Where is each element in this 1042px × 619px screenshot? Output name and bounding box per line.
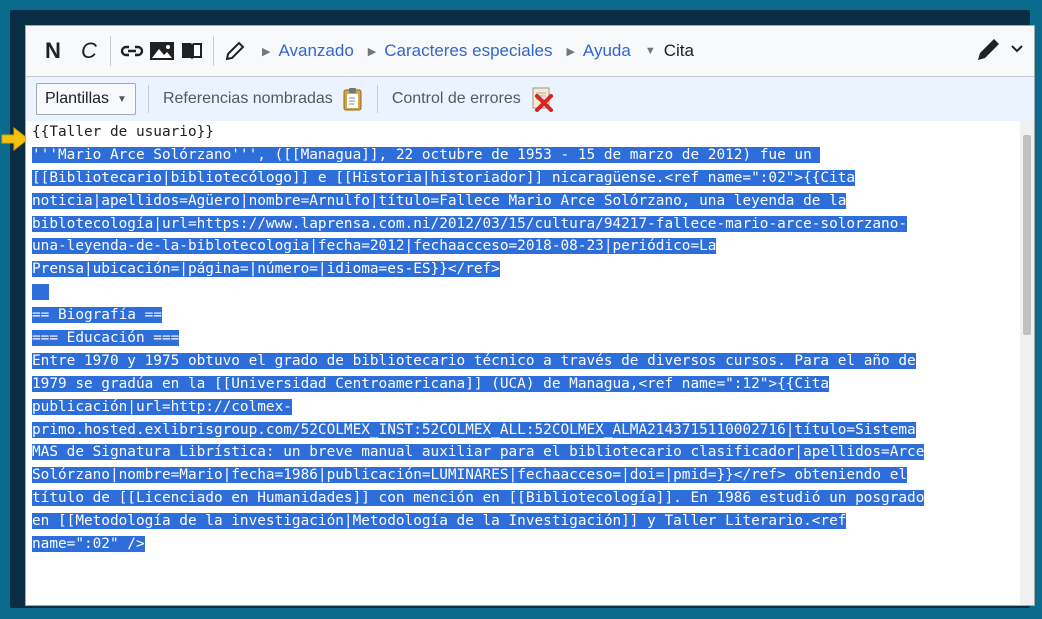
toolbar-divider bbox=[110, 36, 111, 66]
signature-button[interactable] bbox=[222, 34, 248, 68]
text-line: Solórzano|nombre=Mario|fecha=1986|public… bbox=[32, 464, 1034, 487]
text-line: publicación|url=http://colmex- bbox=[32, 396, 1034, 419]
text-line-content: MAS de Signatura Librística: un breve ma… bbox=[32, 444, 925, 461]
editor-switch-button[interactable] bbox=[974, 34, 1024, 64]
link-button[interactable] bbox=[119, 34, 145, 68]
chevron-down-icon bbox=[1011, 45, 1023, 53]
wikitext-textarea[interactable]: {{Taller de usuario}} '''Mario Arce Solór… bbox=[26, 121, 1034, 605]
menu-cite[interactable]: ▼ Cita bbox=[645, 41, 694, 61]
triangle-down-icon: ▼ bbox=[644, 45, 656, 57]
edit-pencil-icon bbox=[978, 39, 999, 60]
text-line-content: en [[Metodología de la investigación|Met… bbox=[32, 513, 847, 530]
bold-button[interactable]: N bbox=[40, 34, 66, 68]
link-icon bbox=[120, 45, 144, 57]
main-toolbar: N C ▶ Avanzado ▶ Caracteres especiales ▶… bbox=[26, 26, 1034, 77]
text-line: MAS de Signatura Librística: un breve ma… bbox=[32, 441, 1034, 464]
text-line: una-leyenda-de-la-biblotecologia|fecha=2… bbox=[32, 235, 1034, 258]
image-icon bbox=[150, 42, 174, 60]
templates-label: Plantillas bbox=[45, 90, 110, 107]
text-line-content: [[Bibliotecario|bibliotecólogo]] e [[His… bbox=[32, 169, 856, 186]
text-line-content: biblotecología|url=https://www.laprensa.… bbox=[32, 215, 908, 232]
text-line: === Educación === bbox=[32, 327, 1034, 350]
toolbar-divider bbox=[213, 36, 214, 66]
text-line: Entre 1970 y 1975 obtuvo el grado de bib… bbox=[32, 350, 1034, 373]
reference-button[interactable] bbox=[179, 34, 205, 68]
text-line-content: Entre 1970 y 1975 obtuvo el grado de bib… bbox=[32, 352, 916, 369]
text-line-content: Prensa|ubicación=|página=|número=|idioma… bbox=[32, 261, 500, 278]
text-line: noticia|apellidos=Agüero|nombre=Arnulfo|… bbox=[32, 190, 1034, 213]
menu-advanced[interactable]: ▶ Avanzado bbox=[262, 41, 354, 61]
caret-down-icon: ▼ bbox=[117, 93, 127, 105]
text-line: [[Bibliotecario|bibliotecólogo]] e [[His… bbox=[32, 167, 1034, 190]
book-icon bbox=[182, 43, 202, 60]
vertical-scrollbar[interactable] bbox=[1020, 121, 1034, 605]
triangle-right-icon: ▶ bbox=[262, 45, 271, 58]
text-line: primo.hosted.exlibrisgroup.com/52COLMEX_… bbox=[32, 419, 1034, 442]
clipboard-icon bbox=[343, 88, 362, 111]
text-line-content: {{Taller de usuario}} bbox=[32, 124, 214, 140]
image-button[interactable] bbox=[149, 34, 175, 68]
menu-special-characters-label: Caracteres especiales bbox=[384, 41, 553, 60]
triangle-right-icon: ▶ bbox=[566, 45, 575, 58]
wikitext-editor: N C ▶ Avanzado ▶ Caracteres especiales ▶… bbox=[25, 25, 1035, 606]
scrollbar-thumb[interactable] bbox=[1023, 135, 1031, 335]
error-check-label: Control de errores bbox=[391, 90, 521, 107]
text-line-content: título de [[Licenciado en Humanidades]] … bbox=[32, 490, 925, 507]
toolbar-divider bbox=[147, 85, 149, 113]
menu-help-label: Ayuda bbox=[582, 41, 631, 60]
toolbar-divider bbox=[376, 85, 378, 113]
named-references-button[interactable]: Referencias nombradas bbox=[163, 86, 365, 112]
error-check-button[interactable]: Control de errores bbox=[392, 86, 555, 112]
menu-help[interactable]: ▶ Ayuda bbox=[566, 41, 630, 61]
text-line: Prensa|ubicación=|página=|número=|idioma… bbox=[32, 258, 1034, 281]
text-line: == Biografía == bbox=[32, 304, 1034, 327]
secondary-toolbar: Plantillas ▼ Referencias nombradas Contr… bbox=[26, 77, 1034, 122]
text-line-content bbox=[32, 284, 50, 301]
text-line-content: name=":02" /> bbox=[32, 536, 145, 553]
text-line: '''Mario Arce Solórzano''', ([[Managua]]… bbox=[32, 144, 1034, 167]
text-line-content: 1979 se gradúa en la [[Universidad Centr… bbox=[32, 375, 830, 392]
menu-advanced-label: Avanzado bbox=[278, 41, 354, 60]
menu-cite-label: Cita bbox=[663, 41, 694, 60]
text-line-content: == Biografía == bbox=[32, 307, 162, 324]
text-line-content: noticia|apellidos=Agüero|nombre=Arnulfo|… bbox=[32, 192, 847, 209]
text-line-content: publicación|url=http://colmex- bbox=[32, 398, 292, 415]
text-line-content: primo.hosted.exlibrisgroup.com/52COLMEX_… bbox=[32, 421, 916, 438]
text-line-content: una-leyenda-de-la-biblotecologia|fecha=2… bbox=[32, 238, 717, 255]
templates-dropdown[interactable]: Plantillas ▼ bbox=[36, 83, 136, 115]
text-line: 1979 se gradúa en la [[Universidad Centr… bbox=[32, 373, 1034, 396]
text-line-content: === Educación === bbox=[32, 330, 180, 347]
text-line bbox=[32, 281, 1034, 304]
pencil-icon bbox=[225, 41, 245, 61]
italic-button[interactable]: C bbox=[76, 34, 102, 68]
text-line: en [[Metodología de la investigación|Met… bbox=[32, 510, 1034, 533]
error-document-icon bbox=[532, 87, 553, 112]
triangle-right-icon: ▶ bbox=[367, 45, 377, 58]
text-line: biblotecología|url=https://www.laprensa.… bbox=[32, 213, 1034, 236]
text-line: título de [[Licenciado en Humanidades]] … bbox=[32, 487, 1034, 510]
text-line: {{Taller de usuario}} bbox=[32, 121, 1034, 144]
text-line-content: Solórzano|nombre=Mario|fecha=1986|public… bbox=[32, 467, 908, 484]
menu-special-characters[interactable]: ▶ Caracteres especiales bbox=[368, 41, 553, 61]
text-line-content: '''Mario Arce Solórzano''', ([[Managua]]… bbox=[32, 146, 821, 163]
text-line: name=":02" /> bbox=[32, 533, 1034, 556]
named-references-label: Referencias nombradas bbox=[162, 90, 333, 107]
